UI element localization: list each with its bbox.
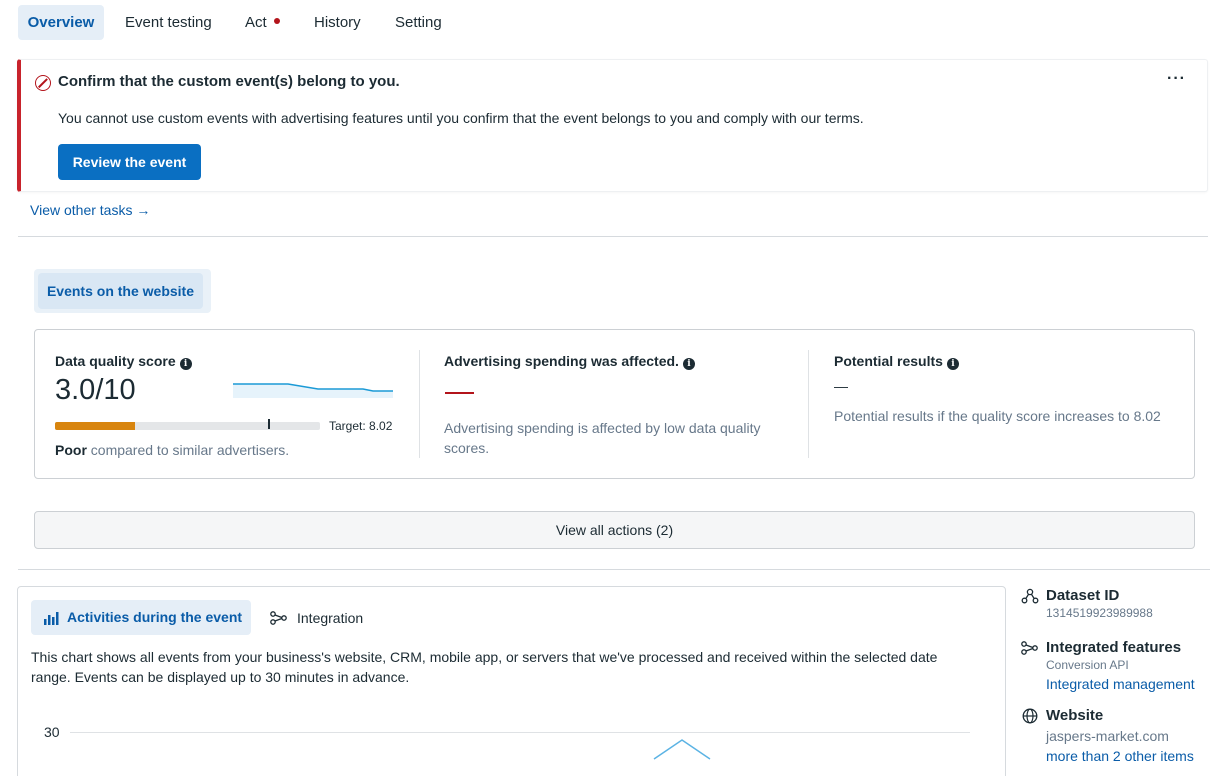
info-icon[interactable]: i bbox=[682, 358, 695, 370]
website-title: Website bbox=[1046, 707, 1104, 724]
integration-icon bbox=[270, 611, 287, 625]
chart-gridline bbox=[70, 732, 970, 733]
metric-divider bbox=[808, 350, 809, 458]
activities-card: Activities during the event Integration … bbox=[17, 586, 1006, 776]
sparkline-area bbox=[233, 384, 393, 398]
spending-label: Advertising spending was affected. bbox=[444, 353, 679, 369]
alert-banner: Confirm that the custom event(s) belong … bbox=[17, 59, 1208, 192]
potential-value: — bbox=[834, 378, 848, 394]
chart-line-peak bbox=[653, 739, 711, 760]
spending-title: Advertising spending was affected. i bbox=[444, 353, 695, 370]
tab-activities[interactable]: Activities during the event bbox=[31, 600, 251, 635]
spending-indicator bbox=[445, 392, 474, 394]
integration-icon bbox=[1021, 641, 1038, 655]
section-divider bbox=[18, 236, 1208, 237]
view-all-actions-button[interactable]: View all actions (2) bbox=[34, 511, 1195, 549]
quality-score-title: Data quality score i bbox=[55, 353, 192, 370]
info-icon[interactable]: i bbox=[946, 358, 959, 370]
target-label: Target: 8.02 bbox=[329, 419, 393, 433]
target-marker bbox=[268, 419, 270, 429]
tab-act[interactable]: Act bbox=[233, 5, 292, 40]
dataset-id-value: 1314519923989988 bbox=[1046, 606, 1153, 620]
integrated-management-link[interactable]: Integrated management bbox=[1046, 676, 1195, 692]
quality-rating: Poor compared to similar advertisers. bbox=[55, 440, 289, 460]
bar-chart-icon bbox=[44, 612, 59, 625]
tab-integration-label: Integration bbox=[297, 610, 364, 626]
tab-overview[interactable]: Overview bbox=[18, 5, 104, 40]
activities-description: This chart shows all events from your bu… bbox=[31, 649, 938, 685]
quality-score-value: 3.0/10 bbox=[55, 374, 136, 406]
alert-title: Confirm that the custom event(s) belong … bbox=[58, 73, 400, 90]
tab-history[interactable]: History bbox=[302, 5, 373, 40]
integrated-features-value: Conversion API bbox=[1046, 658, 1129, 672]
rating-suffix: compared to similar advertisers. bbox=[86, 442, 290, 458]
review-event-button[interactable]: Review the event bbox=[58, 144, 201, 180]
tab-setting[interactable]: Setting bbox=[383, 5, 454, 40]
tab-act-label: Act bbox=[245, 14, 267, 31]
potential-desc: Potential results if the quality score i… bbox=[834, 408, 1161, 424]
section-divider bbox=[18, 569, 1210, 570]
potential-label: Potential results bbox=[834, 353, 943, 369]
globe-icon bbox=[1022, 708, 1038, 724]
quality-score-fill bbox=[55, 422, 135, 430]
website-value: jaspers-market.com bbox=[1046, 728, 1169, 744]
events-tab-group: Events on the website bbox=[34, 269, 211, 313]
metric-divider bbox=[419, 350, 420, 458]
blocked-icon bbox=[35, 75, 51, 91]
quality-score-label: Data quality score bbox=[55, 353, 176, 369]
integrated-features-title: Integrated features bbox=[1046, 639, 1182, 656]
tab-event-testing[interactable]: Event testing bbox=[113, 5, 224, 40]
info-icon[interactable]: i bbox=[179, 358, 192, 370]
more-options-icon[interactable]: ··· bbox=[1167, 70, 1186, 88]
quality-score-bar bbox=[55, 419, 320, 430]
y-axis-tick: 30 bbox=[44, 724, 60, 740]
tab-events-on-website[interactable]: Events on the website bbox=[38, 273, 203, 309]
spending-desc: Advertising spending is affected by low … bbox=[444, 420, 761, 456]
potential-title: Potential results i bbox=[834, 353, 959, 370]
quality-sparkline bbox=[233, 383, 393, 398]
notification-dot bbox=[273, 18, 280, 24]
rating-word: Poor bbox=[55, 442, 87, 458]
view-other-tasks-link[interactable]: View other tasks → bbox=[30, 202, 150, 218]
metrics-card: Data quality score i 3.0/10 Target: 8.02 … bbox=[34, 329, 1195, 479]
dataset-icon bbox=[1021, 588, 1039, 604]
dataset-id-title: Dataset ID bbox=[1046, 587, 1120, 604]
tab-integration[interactable]: Integration bbox=[270, 609, 510, 629]
alert-body: You cannot use custom events with advert… bbox=[58, 110, 864, 126]
tab-activities-label: Activities during the event bbox=[67, 609, 243, 625]
more-websites-link[interactable]: more than 2 other items bbox=[1046, 748, 1194, 764]
